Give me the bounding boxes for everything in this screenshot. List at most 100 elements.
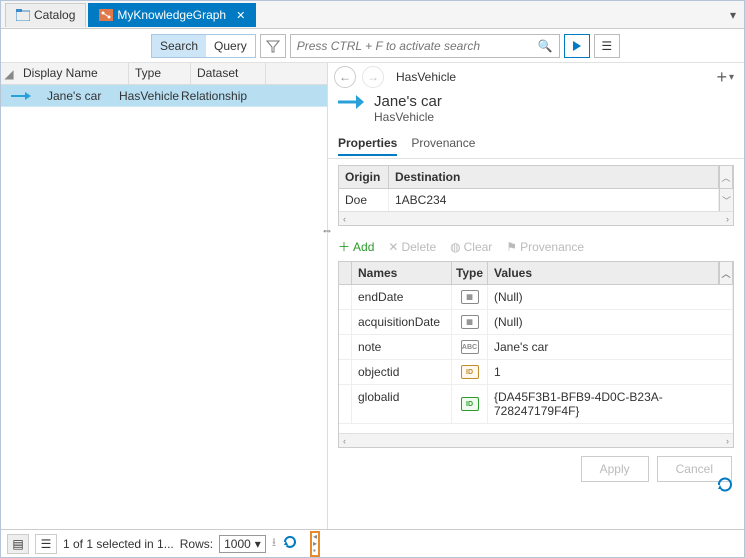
cell-type: HasVehicle (113, 87, 175, 105)
delete-button[interactable]: ✕Delete (388, 238, 436, 255)
arrow-right-icon: → (367, 70, 379, 84)
prop-value[interactable]: Jane's car (488, 335, 733, 359)
tab-properties[interactable]: Properties (338, 132, 397, 156)
paging-tripledot[interactable]: ◂ ▸ ▪ (310, 531, 320, 557)
tab-kg-label: MyKnowledgeGraph (117, 8, 226, 22)
relationship-large-icon (338, 93, 364, 111)
delete-label: Delete (401, 240, 436, 254)
type-id-icon: ID (452, 360, 488, 384)
scroll-left[interactable]: ‹ (343, 436, 346, 446)
search-mode-search[interactable]: Search (152, 35, 206, 57)
download-button[interactable]: ⭳ (272, 533, 276, 554)
search-query-toggle: Search Query (151, 34, 256, 58)
nav-back[interactable]: ← (334, 66, 356, 88)
properties-grid: Names Type Values ︿ endDate ▦ (Null) acq… (338, 261, 734, 448)
prop-name: acquisitionDate (352, 310, 452, 334)
type-date-icon: ▦ (452, 310, 488, 334)
prop-row-note[interactable]: note ABC Jane's car (339, 335, 733, 360)
rows-label: Rows: (180, 537, 213, 551)
provenance-button[interactable]: ⚑Provenance (506, 238, 584, 255)
type-date-icon: ▦ (452, 285, 488, 309)
scroll-right[interactable]: › (726, 214, 729, 224)
prop-value[interactable]: {DA45F3B1-BFB9-4D0C-B23A-728247179F4F} (488, 385, 733, 423)
play-icon (572, 41, 582, 51)
add-dropdown[interactable]: +▾ (716, 67, 734, 88)
search-input[interactable] (297, 39, 538, 53)
rows-select[interactable]: 1000 ▾ (219, 535, 266, 553)
apply-button[interactable]: Apply (581, 456, 649, 482)
search-toolbar: Search Query 🔍 ☰ (1, 29, 744, 63)
add-label: Add (353, 240, 374, 254)
relationship-arrow-icon (1, 90, 41, 102)
view-mode-panel[interactable]: ▤ (7, 534, 29, 554)
search-icon[interactable]: 🔍 (538, 39, 553, 53)
tab-knowledgegraph[interactable]: MyKnowledgeGraph ✕ (88, 3, 256, 27)
prop-row-enddate[interactable]: endDate ▦ (Null) (339, 285, 733, 310)
scroll-right[interactable]: › (726, 436, 729, 446)
run-button[interactable] (564, 34, 590, 58)
tab-provenance[interactable]: Provenance (411, 132, 475, 156)
prop-name: note (352, 335, 452, 359)
col-destination[interactable]: Destination (389, 166, 719, 188)
entity-title: Jane's car (374, 93, 442, 110)
prop-value[interactable]: 1 (488, 360, 733, 384)
tab-bar: Catalog MyKnowledgeGraph ✕ ▾ (1, 1, 744, 29)
nav-forward[interactable]: → (362, 66, 384, 88)
catalog-icon (16, 9, 30, 21)
plus-icon: ＋ (338, 238, 350, 255)
scroll-up[interactable]: ︿ (719, 166, 733, 188)
tabbar-dropdown[interactable]: ▾ (722, 4, 744, 26)
cell-dataset: Relationship (175, 87, 250, 105)
scroll-down[interactable]: ﹀ (719, 189, 733, 211)
origin-row[interactable]: Doe 1ABC234 (339, 189, 719, 211)
arrow-left-icon: ← (339, 70, 351, 84)
tab-catalog[interactable]: Catalog (5, 3, 86, 27)
prop-row-objectid[interactable]: objectid ID 1 (339, 360, 733, 385)
menu-button[interactable]: ☰ (594, 34, 620, 58)
table-row[interactable]: Jane's car HasVehicle Relationship (1, 85, 327, 107)
scroll-up[interactable]: ︿ (719, 262, 733, 284)
col-origin[interactable]: Origin (339, 166, 389, 188)
filter-button[interactable] (260, 34, 286, 58)
type-guid-icon: ID (452, 385, 488, 423)
cell-name: Jane's car (41, 87, 113, 105)
prop-row-globalid[interactable]: globalid ID {DA45F3B1-BFB9-4D0C-B23A-728… (339, 385, 733, 424)
scroll-left[interactable]: ‹ (343, 214, 346, 224)
col-dataset[interactable]: Dataset (191, 63, 266, 84)
type-text-icon: ABC (452, 335, 488, 359)
clear-button[interactable]: ◍Clear (450, 238, 492, 255)
x-icon: ✕ (388, 240, 398, 254)
status-bar: ▤ ☰ 1 of 1 selected in 1... Rows: 1000▾ … (1, 529, 744, 557)
refresh-pane-button[interactable] (716, 476, 734, 497)
col-type[interactable]: Type (129, 63, 191, 84)
selection-status: 1 of 1 selected in 1... (63, 537, 174, 551)
view-mode-table[interactable]: ☰ (35, 534, 57, 554)
rows-value: 1000 (224, 537, 251, 551)
prop-name: objectid (352, 360, 452, 384)
refresh-button[interactable] (282, 534, 298, 553)
col-names[interactable]: Names (352, 262, 452, 284)
origin-destination-grid: Origin Destination ︿ Doe 1ABC234 ﹀ ‹ › (338, 165, 734, 226)
search-box[interactable]: 🔍 (290, 34, 560, 58)
hamburger-icon: ☰ (601, 39, 612, 53)
col-type[interactable]: Type (452, 262, 488, 284)
row-selector-corner[interactable]: ◢ (1, 63, 17, 84)
prop-row-acquisitiondate[interactable]: acquisitionDate ▦ (Null) (339, 310, 733, 335)
prop-value[interactable]: (Null) (488, 285, 733, 309)
tab-catalog-label: Catalog (34, 8, 75, 22)
filter-icon (266, 39, 280, 53)
close-icon[interactable]: ✕ (236, 9, 245, 22)
chevron-down-icon: ▾ (255, 537, 261, 551)
refresh-icon (716, 476, 734, 494)
search-mode-query[interactable]: Query (206, 35, 255, 57)
results-table: ◢ Display Name Type Dataset Jane's car H… (1, 63, 328, 529)
chevron-down-icon: ▾ (729, 72, 734, 83)
prop-value[interactable]: (Null) (488, 310, 733, 334)
flag-icon: ⚑ (506, 240, 517, 254)
prop-name: globalid (352, 385, 452, 423)
col-display-name[interactable]: Display Name (17, 63, 129, 84)
col-values[interactable]: Values (488, 262, 719, 284)
add-button[interactable]: ＋Add (338, 238, 374, 255)
knowledgegraph-icon (99, 9, 113, 21)
split-handle[interactable]: ⇔ (321, 223, 333, 237)
